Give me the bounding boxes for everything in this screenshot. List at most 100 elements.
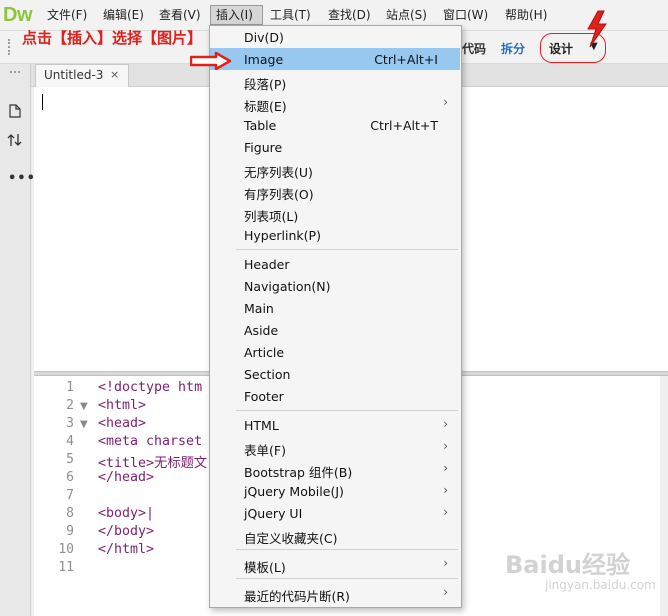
code-line: <title>无标题文 xyxy=(98,456,208,471)
fold-toggle-icon[interactable]: ▼ xyxy=(80,401,88,412)
chevron-right-icon: › xyxy=(443,95,448,109)
menu-item-shortcut: Ctrl+Alt+I xyxy=(374,52,438,67)
menu-item-aside[interactable]: Aside xyxy=(210,319,460,341)
menu-item-label: jQuery UI xyxy=(244,506,303,521)
menu-item-label: 最近的代码片断(R) xyxy=(244,589,350,604)
menu-item-bootstrap[interactable]: Bootstrap 组件(B) › xyxy=(210,458,460,480)
sort-icon[interactable] xyxy=(7,133,25,147)
menu-help[interactable]: 帮助(H) xyxy=(505,8,547,22)
menu-item-custom-favorites[interactable]: 自定义收藏夹(C) xyxy=(210,524,460,546)
menu-edit[interactable]: 编辑(E) xyxy=(103,8,144,22)
line-number: 9 xyxy=(66,524,74,539)
menu-item-main[interactable]: Main xyxy=(210,297,460,319)
menu-item-label: Div(D) xyxy=(244,30,284,45)
menu-item-image[interactable]: Image Ctrl+Alt+I xyxy=(210,48,460,70)
chevron-right-icon: › xyxy=(443,417,448,431)
menu-item-heading[interactable]: 标题(E) › xyxy=(210,92,460,114)
panel-grip xyxy=(10,71,20,83)
menu-item-label: Figure xyxy=(244,140,283,155)
more-icon[interactable]: ••• xyxy=(8,171,36,186)
menu-item-unordered-list[interactable]: 无序列表(U) xyxy=(210,158,460,180)
watermark-subtitle: jingyan.baidu.com xyxy=(545,578,656,592)
split-view-button[interactable]: 拆分 xyxy=(501,40,525,57)
line-number: 10 xyxy=(58,542,74,557)
menu-item-label: 表单(F) xyxy=(244,443,286,458)
dreamweaver-logo: Dw xyxy=(3,4,33,26)
chevron-right-icon: › xyxy=(443,439,448,453)
chevron-right-icon: › xyxy=(443,585,448,599)
file-icon[interactable] xyxy=(8,104,22,118)
chevron-right-icon: › xyxy=(443,461,448,475)
menu-item-list-item[interactable]: 列表项(L) xyxy=(210,202,460,224)
menu-item-label: 标题(E) xyxy=(244,99,287,114)
menu-item-jquery-ui[interactable]: jQuery UI › xyxy=(210,502,460,524)
menu-item-label: Section xyxy=(244,367,291,382)
code-line: <!doctype htm xyxy=(98,380,203,395)
menu-item-template[interactable]: 模板(L) › xyxy=(210,553,460,575)
menu-separator xyxy=(236,549,458,550)
menu-separator xyxy=(236,249,458,250)
menu-item-label: 段落(P) xyxy=(244,77,287,92)
chevron-right-icon: › xyxy=(443,483,448,497)
menu-item-label: Main xyxy=(244,301,274,316)
menu-item-figure[interactable]: Figure xyxy=(210,136,460,158)
menu-site[interactable]: 站点(S) xyxy=(386,8,427,22)
code-line: </head> xyxy=(98,470,155,485)
code-line: </body> xyxy=(98,524,155,539)
menu-tools[interactable]: 工具(T) xyxy=(270,8,311,22)
menu-item-label: jQuery Mobile(J) xyxy=(244,484,344,499)
code-view-button[interactable]: 代码 xyxy=(462,40,486,57)
menu-item-label: 模板(L) xyxy=(244,560,286,575)
menu-item-label: 无序列表(U) xyxy=(244,165,313,180)
design-view-button[interactable]: 设计 xyxy=(549,40,573,57)
menu-item-label: HTML xyxy=(244,418,279,433)
toolbar-grip xyxy=(8,39,12,55)
menu-item-label: Footer xyxy=(244,389,284,404)
line-number: 7 xyxy=(66,488,74,503)
text-caret xyxy=(42,94,43,110)
line-number: 2 xyxy=(66,398,74,413)
menu-item-recent-snippets[interactable]: 最近的代码片断(R) › xyxy=(210,582,460,604)
menu-item-footer[interactable]: Footer xyxy=(210,385,460,407)
annotation-instruction: 点击【插入】选择【图片】 xyxy=(22,29,203,47)
menu-item-label: Image xyxy=(244,52,284,67)
code-scrollbar[interactable] xyxy=(660,376,668,616)
menu-insert[interactable]: 插入(I) xyxy=(216,8,253,22)
menu-item-html[interactable]: HTML › xyxy=(210,414,460,436)
menu-item-article[interactable]: Article xyxy=(210,341,460,363)
chevron-right-icon: › xyxy=(443,556,448,570)
menu-item-navigation[interactable]: Navigation(N) xyxy=(210,275,460,297)
menu-file[interactable]: 文件(F) xyxy=(47,8,87,22)
watermark: Baidu经验 xyxy=(505,551,630,579)
menu-item-ordered-list[interactable]: 有序列表(O) xyxy=(210,180,460,202)
menu-item-section[interactable]: Section xyxy=(210,363,460,385)
menu-item-label: Hyperlink(P) xyxy=(244,228,321,243)
menu-item-div[interactable]: Div(D) xyxy=(210,26,460,48)
fold-toggle-icon[interactable]: ▼ xyxy=(80,419,88,430)
code-line: </html> xyxy=(98,542,155,557)
menu-item-hyperlink[interactable]: Hyperlink(P) xyxy=(210,224,460,246)
menu-separator xyxy=(236,410,458,411)
menu-view[interactable]: 查看(V) xyxy=(159,8,201,22)
line-number: 5 xyxy=(66,452,74,467)
menu-item-paragraph[interactable]: 段落(P) xyxy=(210,70,460,92)
menu-item-label: 列表项(L) xyxy=(244,209,299,224)
code-line: <html> xyxy=(98,398,147,413)
line-number: 3 xyxy=(66,416,74,431)
menu-item-header[interactable]: Header xyxy=(210,253,460,275)
menu-item-form[interactable]: 表单(F) › xyxy=(210,436,460,458)
menu-item-jquery-mobile[interactable]: jQuery Mobile(J) › xyxy=(210,480,460,502)
document-tab-label: Untitled-3 xyxy=(44,68,104,82)
line-number: 11 xyxy=(58,560,74,575)
menu-window[interactable]: 窗口(W) xyxy=(443,8,488,22)
close-icon[interactable]: × xyxy=(110,68,119,81)
menu-item-label: Navigation(N) xyxy=(244,279,331,294)
menu-find[interactable]: 查找(D) xyxy=(328,8,371,22)
menu-item-label: Table xyxy=(244,118,277,133)
menu-item-table[interactable]: Table Ctrl+Alt+T xyxy=(210,114,460,136)
menu-item-label: Bootstrap 组件(B) xyxy=(244,465,353,480)
line-number: 8 xyxy=(66,506,74,521)
menu-separator xyxy=(236,578,458,579)
menu-item-shortcut: Ctrl+Alt+T xyxy=(370,118,438,133)
line-number: 6 xyxy=(66,470,74,485)
